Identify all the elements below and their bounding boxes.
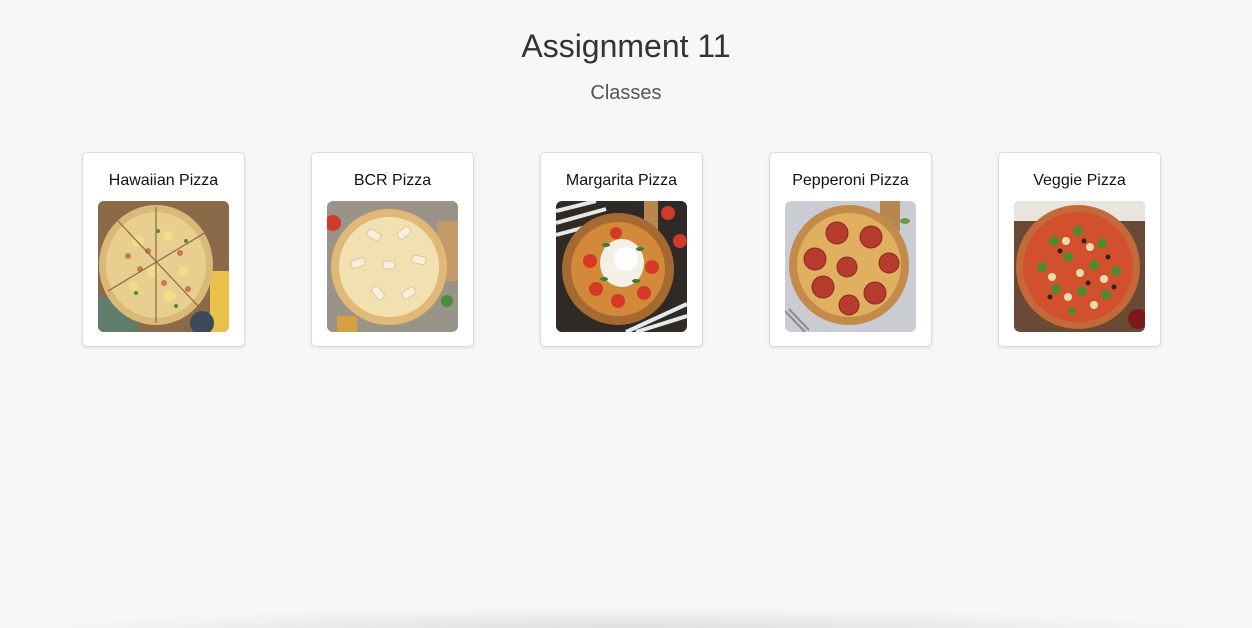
- pizza-card-title: Margarita Pizza: [565, 172, 678, 189]
- pizza-card-title: Hawaiian Pizza: [108, 172, 219, 189]
- pizza-card-pepperoni[interactable]: Pepperoni Pizza: [769, 152, 932, 347]
- hawaiian-pizza-image: [98, 201, 229, 332]
- page-title: Assignment 11: [521, 28, 731, 64]
- pizza-card-bcr[interactable]: BCR Pizza: [311, 152, 474, 347]
- pizza-card-title: Veggie Pizza: [1033, 172, 1126, 189]
- pizza-card-margarita[interactable]: Margarita Pizza: [540, 152, 703, 347]
- bcr-pizza-image: [327, 201, 458, 332]
- pizza-card-list: Hawaiian Pizza BCR Pizza Margarita Pizza…: [82, 152, 1161, 347]
- pizza-card-title: BCR Pizza: [353, 172, 432, 189]
- margarita-pizza-image: [556, 201, 687, 332]
- window-bottom-shadow: [0, 606, 1252, 628]
- page-subtitle: Classes: [590, 82, 662, 104]
- pepperoni-pizza-image: [785, 201, 916, 332]
- pizza-card-title: Pepperoni Pizza: [792, 172, 909, 189]
- pizza-card-veggie[interactable]: Veggie Pizza: [998, 152, 1161, 347]
- pizza-card-hawaiian[interactable]: Hawaiian Pizza: [82, 152, 245, 347]
- veggie-pizza-image: [1014, 201, 1145, 332]
